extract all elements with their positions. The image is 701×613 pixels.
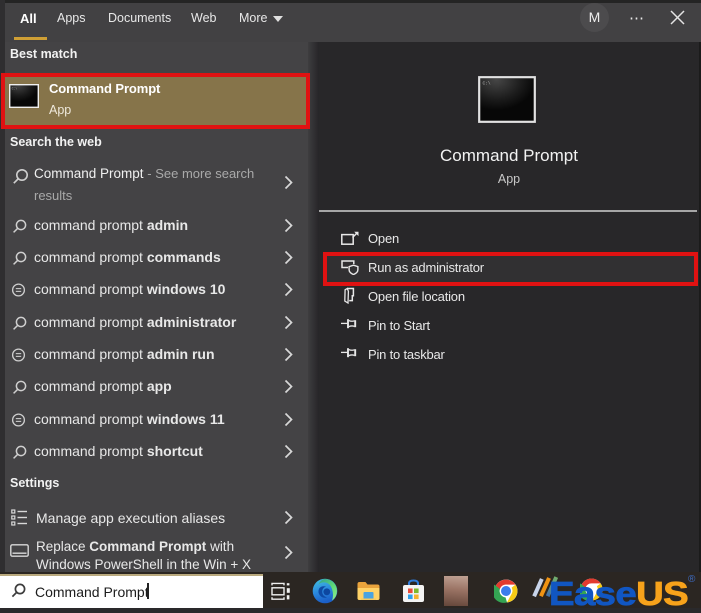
svg-text:C:\: C:\	[483, 81, 491, 87]
